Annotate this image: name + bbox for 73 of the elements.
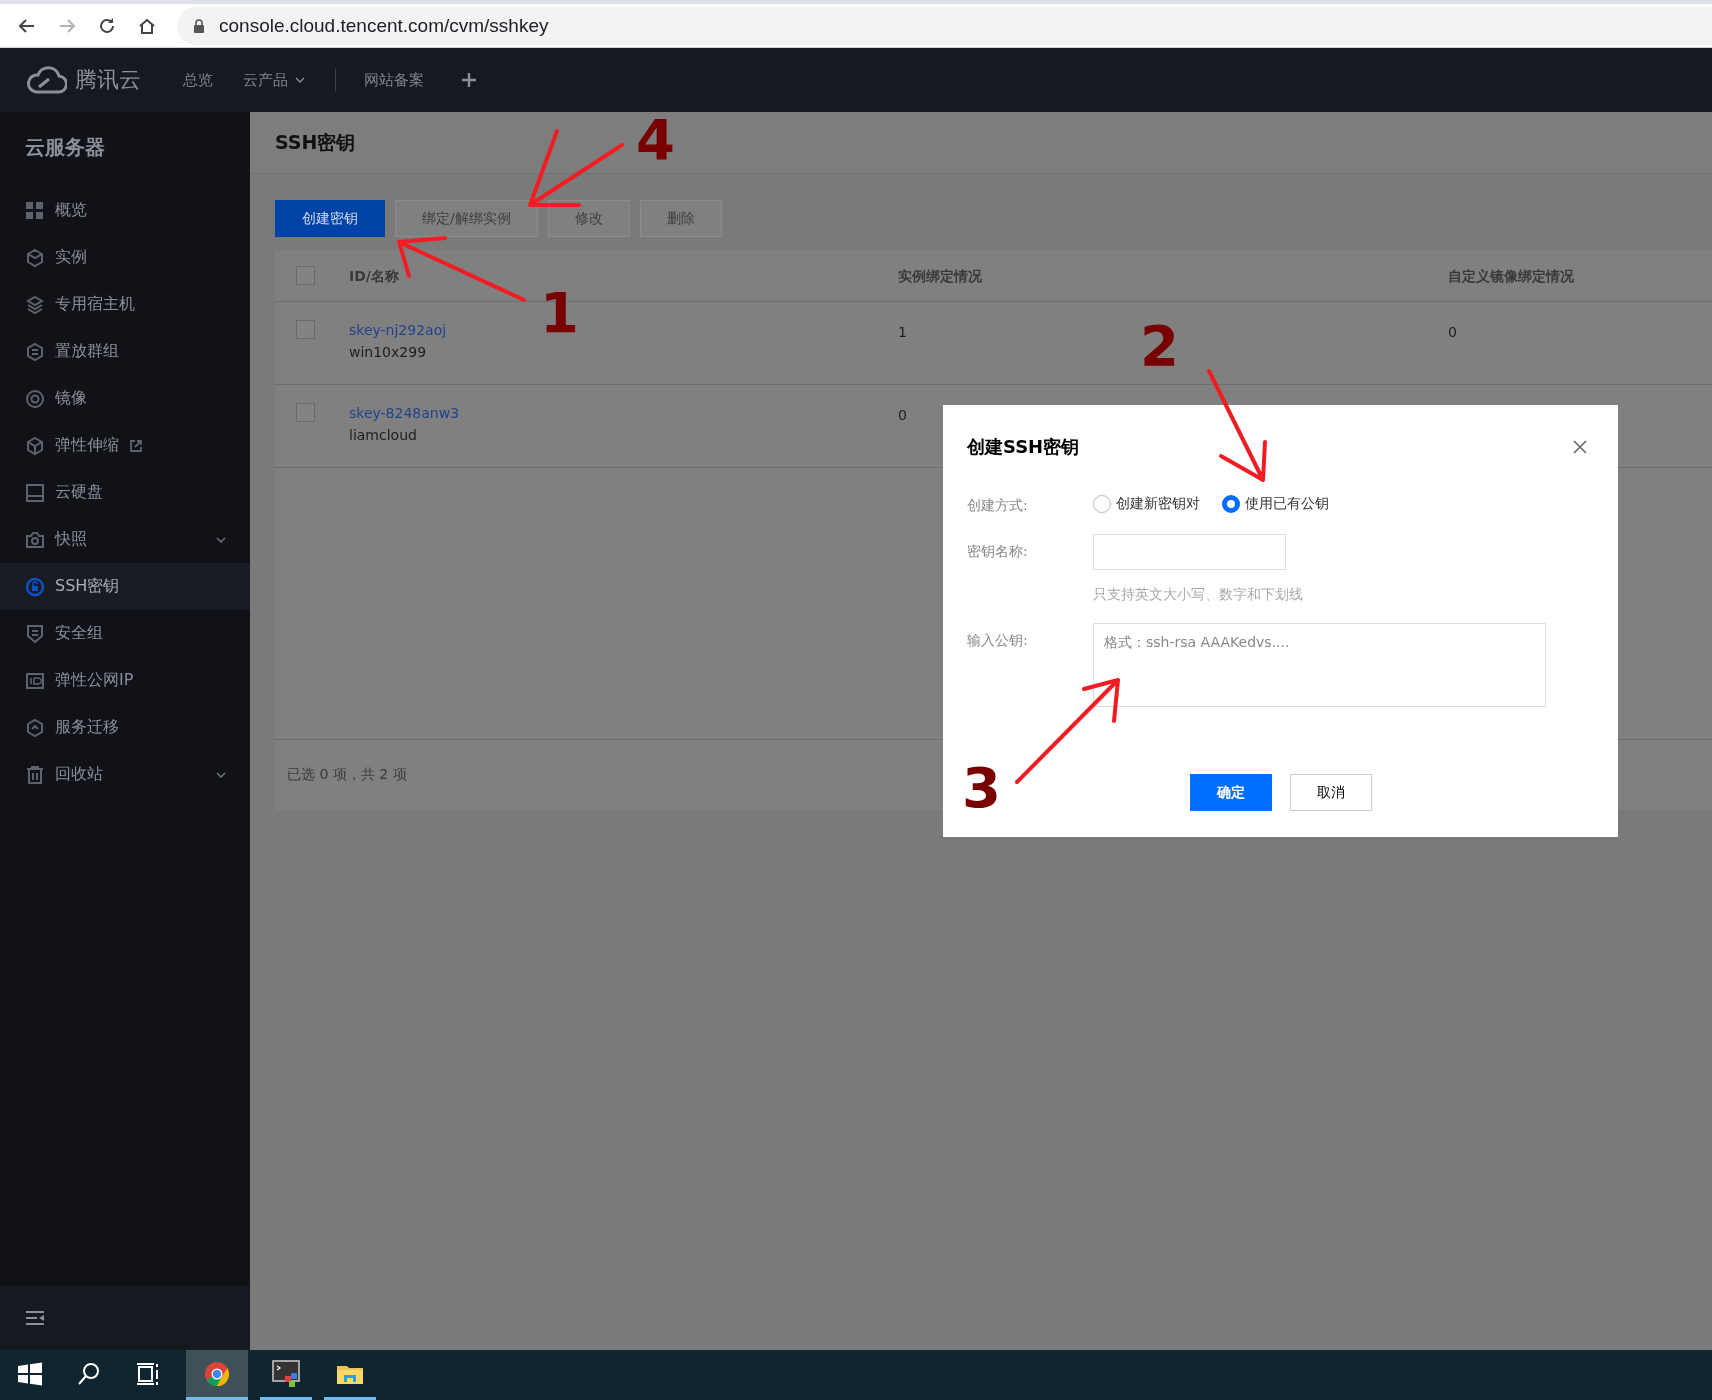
sidebar-item[interactable]: 安全组: [0, 610, 250, 657]
table-cell: 1: [898, 324, 907, 340]
annotation-number: 4: [636, 112, 675, 168]
chevron-down-icon: [216, 771, 226, 778]
menu-item-icon: [25, 670, 45, 691]
dialog-title: 创建SSH密钥: [967, 435, 1080, 459]
table-cell: 0: [1448, 324, 1457, 340]
chevron-down-icon: [216, 536, 226, 543]
plus-icon[interactable]: [462, 73, 476, 87]
menu-item-icon: [25, 388, 45, 409]
sidebar-item[interactable]: 置放群组: [0, 328, 250, 375]
field-label: 创建方式:: [967, 496, 1029, 515]
terminal-app-icon: [272, 1359, 300, 1388]
sidebar-item[interactable]: 云硬盘: [0, 469, 250, 516]
sidebar-item[interactable]: 实例: [0, 234, 250, 281]
field-label: 输入公钥:: [967, 631, 1029, 650]
name-input-field[interactable]: [1093, 534, 1286, 570]
url-text: console.cloud.tencent.com/cvm/sshkey: [219, 14, 549, 37]
sidebar-item[interactable]: 服务迁移: [0, 704, 250, 751]
collapse-menu-icon[interactable]: [26, 1310, 44, 1326]
table-cell: 0: [898, 407, 907, 423]
column-header: 实例绑定情况: [898, 267, 982, 284]
key-name: liamcloud: [349, 427, 417, 443]
annotation-number: 1: [540, 285, 579, 341]
checkbox[interactable]: [296, 320, 315, 339]
sidebar-item[interactable]: 专用宿主机: [0, 281, 250, 328]
brand-name: 腾讯云: [75, 66, 141, 94]
cloud-logo-icon: [25, 65, 67, 95]
selection-summary: 已选 0 项，共 2 项: [287, 766, 407, 784]
browser-icon: [203, 1359, 231, 1388]
checkbox[interactable]: [296, 403, 315, 422]
close-icon[interactable]: [1573, 440, 1587, 454]
address-bar[interactable]: console.cloud.tencent.com/cvm/sshkey: [177, 6, 1712, 45]
radio-option[interactable]: 使用已有公钥: [1222, 495, 1329, 513]
checkbox[interactable]: [296, 266, 315, 285]
radio-option[interactable]: 创建新密钥对: [1093, 495, 1200, 513]
menu-item-icon: [25, 482, 45, 503]
toolbar-button[interactable]: 创建密钥: [275, 200, 385, 237]
menu-item-icon: [25, 247, 45, 268]
page-title: SSH密钥: [275, 129, 356, 155]
help-text: 只支持英文大小写、数字和下划线: [1093, 586, 1303, 604]
column-header: ID/名称: [349, 267, 399, 284]
menu-item-icon: [25, 576, 45, 597]
menu-item-icon: [25, 435, 45, 456]
column-header: 自定义镜像绑定情况: [1448, 267, 1574, 284]
sidebar-title: 云服务器: [24, 134, 106, 161]
menu-item-icon: [25, 623, 45, 644]
public-key-field[interactable]: 格式：ssh-rsa AAAKedvs....: [1093, 623, 1546, 707]
sidebar-item[interactable]: 回收站: [0, 751, 250, 798]
sidebar-item[interactable]: 弹性伸缩: [0, 422, 250, 469]
menu-item-icon: [25, 200, 45, 221]
sidebar-item[interactable]: 镜像: [0, 375, 250, 422]
sidebar-item[interactable]: SSH密钥: [0, 563, 250, 610]
annotation-number: 2: [1140, 318, 1179, 374]
field-label: 密钥名称:: [967, 542, 1029, 561]
menu-item-icon: [25, 341, 45, 362]
nav-link[interactable]: 网站备案: [364, 70, 424, 90]
nav-link[interactable]: 总览: [183, 70, 213, 90]
confirm-button[interactable]: 确定: [1189, 774, 1272, 811]
cancel-button[interactable]: 取消: [1289, 774, 1372, 811]
key-name: win10x299: [349, 344, 427, 360]
menu-item-icon: [25, 529, 45, 550]
annotation-number: 3: [962, 760, 1001, 816]
menu-item-icon: [25, 717, 45, 738]
caret-icon: [295, 77, 305, 83]
menu-item-icon: [25, 294, 45, 315]
sidebar-item[interactable]: 快照: [0, 516, 250, 563]
external-link-icon: [129, 438, 143, 453]
sidebar-item[interactable]: 概览: [0, 187, 250, 234]
nav-link[interactable]: 云产品: [243, 70, 305, 90]
menu-item-icon: [25, 764, 45, 785]
lock-icon: [193, 18, 205, 33]
sidebar-item[interactable]: 弹性公网IP: [0, 657, 250, 704]
